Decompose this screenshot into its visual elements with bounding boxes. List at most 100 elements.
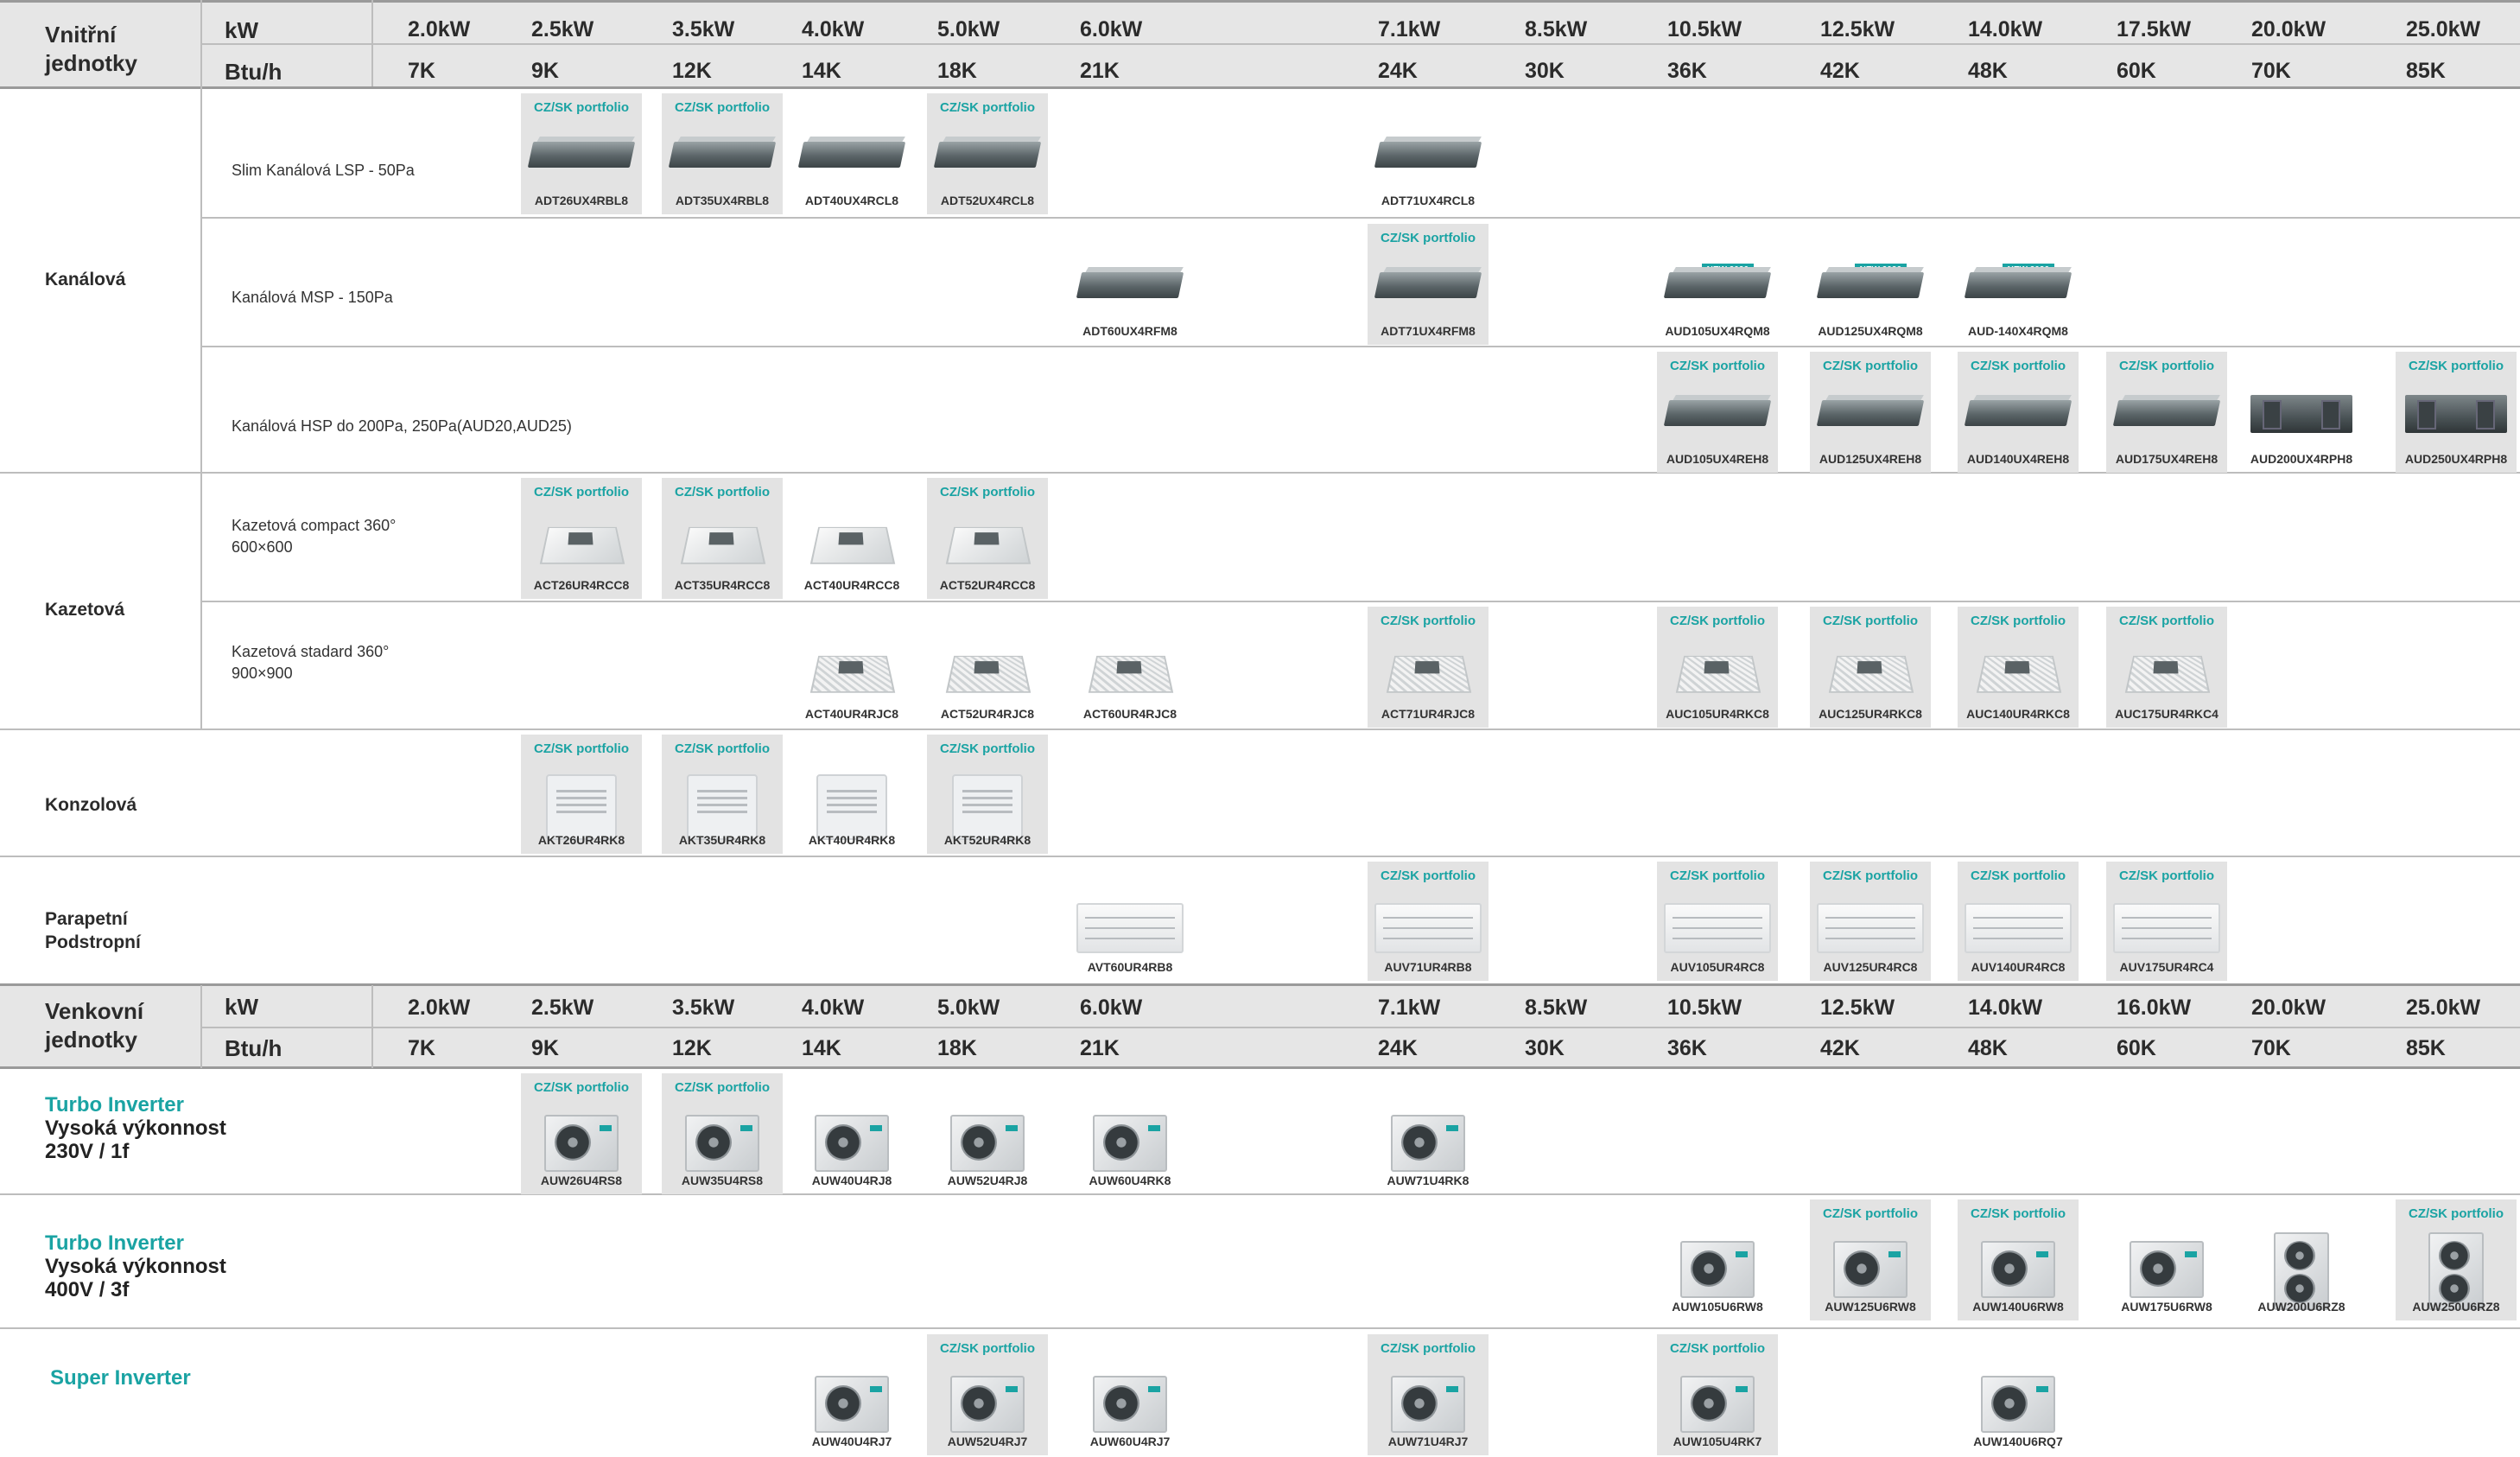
outdoor-unit-cell[interactable]: CZ/SK portfolio AUW26U4RS8 <box>521 1073 642 1194</box>
brand-label-icon <box>1148 1386 1160 1392</box>
model-code: AUD105UX4REH8 <box>1666 452 1769 466</box>
indoor-unit-cell[interactable]: CZ/SK portfolio ACT71UR4RJC8 <box>1368 607 1489 728</box>
indoor-unit-cell[interactable]: CZ/SK portfolio AUV105UR4RC8 <box>1657 862 1778 981</box>
indoor-unit-cell[interactable]: CZ/SK portfolio AUC140UR4RKC8 <box>1958 607 2079 728</box>
indoor-unit-cell[interactable]: AKT40UR4RK8 <box>791 735 912 854</box>
indoor-unit-cell[interactable]: AVT60UR4RB8 <box>1070 862 1190 981</box>
indoor-unit-cell[interactable]: CZ/SK portfolio AUV71UR4RB8 <box>1368 862 1489 981</box>
outdoor-unit-cell[interactable]: CZ/SK portfolio AUW52U4RJ7 <box>927 1334 1048 1455</box>
indoor-unit-cell[interactable]: CZ/SK portfolio AUV125UR4RC8 <box>1810 862 1931 981</box>
indoor-unit-cell[interactable]: ADT60UX4RFM8 <box>1070 224 1190 345</box>
indoor-unit-kw: kW <box>225 17 258 43</box>
outdoor-unit-cell[interactable]: AUW52U4RJ8 <box>927 1073 1048 1194</box>
outdoor-unit-cell[interactable]: CZ/SK portfolio AUW105U4RK7 <box>1657 1334 1778 1455</box>
indoor-unit-cell[interactable]: CZ/SK portfolio ADT71UX4RFM8 <box>1368 224 1489 345</box>
indoor-unit-cell[interactable]: CZ/SK portfolio AUC175UR4RKC4 <box>2106 607 2227 728</box>
indoor-kw-12: 20.0kW <box>2251 17 2326 41</box>
indoor-unit-cell[interactable]: CZ/SK portfolio AUD125UX4REH8 <box>1810 352 1931 473</box>
console-unit-icon <box>687 774 758 840</box>
outdoor-unit-cell[interactable]: AUW71U4RK8 <box>1368 1073 1489 1194</box>
indoor-unit-cell[interactable]: CZ/SK portfolio AUD175UX4REH8 <box>2106 352 2227 473</box>
outdoor-unit-cell[interactable]: AUW105U6RW8 <box>1657 1199 1778 1320</box>
indoor-unit-cell[interactable]: ADT40UX4RCL8 <box>791 93 912 214</box>
indoor-unit-cell[interactable]: CZ/SK portfolio ACT26UR4RCC8 <box>521 478 642 599</box>
duct-flange-icon <box>2417 400 2436 429</box>
model-code: AUD175UX4REH8 <box>2115 452 2218 466</box>
indoor-unit-cell[interactable]: ACT60UR4RJC8 <box>1070 607 1190 728</box>
indoor-unit-cell[interactable]: AUD200UX4RPH8 <box>2241 352 2362 473</box>
indoor-unit-cell[interactable]: CZ/SK portfolio AKT26UR4RK8 <box>521 735 642 854</box>
model-code: AUV175UR4RC4 <box>2119 960 2214 974</box>
indoor-unit-cell[interactable]: NEW 2026AUD105UX4RQM8 <box>1657 224 1778 345</box>
indoor-unit-cell[interactable]: CZ/SK portfolio AUD250UX4RPH8 <box>2396 352 2517 473</box>
outdoor-unit-cell[interactable]: CZ/SK portfolio AUW35U4RS8 <box>662 1073 783 1194</box>
fan-icon <box>695 1124 732 1161</box>
model-code: ACT60UR4RJC8 <box>1082 707 1177 721</box>
outdoor-btu-1: 9K <box>531 1036 559 1060</box>
ceiling-grille-icon <box>1673 938 1762 939</box>
indoor-unit-cell[interactable]: CZ/SK portfolio ACT52UR4RCC8 <box>927 478 1048 599</box>
outdoor-unit-cell[interactable]: AUW60U4RJ7 <box>1070 1334 1190 1455</box>
indoor-unit-cell[interactable]: CZ/SK portfolio ADT35UX4RBL8 <box>662 93 783 214</box>
outdoor-unit-cell[interactable]: AUW60U4RK8 <box>1070 1073 1190 1194</box>
indoor-unit-cell[interactable]: CZ/SK portfolio ADT26UX4RBL8 <box>521 93 642 214</box>
model-code: ACT52UR4RJC8 <box>940 707 1035 721</box>
indoor-unit-cell[interactable]: CZ/SK portfolio AKT52UR4RK8 <box>927 735 1048 854</box>
indoor-header-title: Vnitřní jednotky <box>45 22 137 76</box>
indoor-unit-cell[interactable]: ADT71UX4RCL8 <box>1368 93 1489 214</box>
brand-label-icon <box>740 1125 752 1131</box>
row-label-lsp: Slim Kanálová LSP - 50Pa <box>232 162 415 179</box>
indoor-unit-btu: Btu/h <box>225 59 282 85</box>
indoor-unit-cell[interactable]: CZ/SK portfolio AKT35UR4RK8 <box>662 735 783 854</box>
cassette-core-icon <box>838 661 864 674</box>
outdoor-unit-cell[interactable]: AUW200U6RZ8 <box>2241 1199 2362 1320</box>
indoor-unit-cell[interactable]: CZ/SK portfolio AUV175UR4RC4 <box>2106 862 2227 981</box>
model-code: AUV105UR4RC8 <box>1670 960 1765 974</box>
outdoor-unit-icon <box>1093 1376 1167 1433</box>
model-code: AUW71U4RK8 <box>1387 1174 1469 1187</box>
outdoor-unit-icon <box>815 1115 889 1172</box>
portfolio-label: CZ/SK portfolio <box>1971 614 2066 628</box>
cassette-core-icon <box>1414 661 1440 674</box>
indoor-unit-cell[interactable]: CZ/SK portfolio AUD105UX4REH8 <box>1657 352 1778 473</box>
outdoor-row-2-series: Turbo Inverter <box>45 1231 184 1255</box>
outdoor-unit-icon <box>544 1115 619 1172</box>
outdoor-unit-cell[interactable]: CZ/SK portfolio AUW250U6RZ8 <box>2396 1199 2517 1320</box>
indoor-unit-cell[interactable]: CZ/SK portfolio AUD140UX4REH8 <box>1958 352 2079 473</box>
indoor-unit-cell[interactable]: CZ/SK portfolio ADT52UX4RCL8 <box>927 93 1048 214</box>
outdoor-unit-cell[interactable]: CZ/SK portfolio AUW125U6RW8 <box>1810 1199 1931 1320</box>
indoor-unit-cell[interactable]: CZ/SK portfolio AUC105UR4RKC8 <box>1657 607 1778 728</box>
indoor-unit-cell[interactable]: ACT40UR4RCC8 <box>791 478 912 599</box>
model-code: AUC140UR4RKC8 <box>1966 707 2070 721</box>
model-code: ADT52UX4RCL8 <box>940 194 1035 207</box>
duct-body-icon <box>1816 400 1925 426</box>
ceiling-unit-icon <box>2113 903 2220 953</box>
duct-unit-icon <box>1076 265 1184 305</box>
model-code: AUD125UX4RQM8 <box>1818 324 1923 338</box>
duct-body-icon <box>668 142 777 168</box>
portfolio-label: CZ/SK portfolio <box>2119 359 2214 373</box>
console-grille-icon <box>827 790 877 792</box>
outdoor-kw-6: 7.1kW <box>1378 996 1441 1020</box>
outdoor-unit-cell[interactable]: AUW40U4RJ8 <box>791 1073 912 1194</box>
indoor-unit-cell[interactable]: CZ/SK portfolio ACT35UR4RCC8 <box>662 478 783 599</box>
indoor-unit-cell[interactable]: NEW 2026AUD125UX4RQM8 <box>1810 224 1931 345</box>
indoor-unit-cell[interactable]: ACT40UR4RJC8 <box>791 607 912 728</box>
indoor-unit-cell[interactable]: ACT52UR4RJC8 <box>927 607 1048 728</box>
indoor-unit-cell[interactable]: CZ/SK portfolio AUC125UR4RKC8 <box>1810 607 1931 728</box>
outdoor-unit-cell[interactable]: AUW140U6RQ7 <box>1958 1334 2079 1455</box>
indoor-unit-cell[interactable]: CZ/SK portfolio AUV140UR4RC8 <box>1958 862 2079 981</box>
portfolio-label: CZ/SK portfolio <box>1823 1206 1918 1221</box>
outdoor-unit-cell[interactable]: CZ/SK portfolio AUW140U6RW8 <box>1958 1199 2079 1320</box>
fan-icon <box>555 1124 591 1161</box>
outdoor-unit-cell[interactable]: AUW175U6RW8 <box>2106 1199 2227 1320</box>
outdoor-unit-cell[interactable]: CZ/SK portfolio AUW71U4RJ7 <box>1368 1334 1489 1455</box>
outdoor-unit-cell[interactable]: AUW40U4RJ7 <box>791 1334 912 1455</box>
model-code: AUW71U4RJ7 <box>1387 1435 1469 1448</box>
outdoor-btu-7: 30K <box>1525 1036 1565 1060</box>
outdoor-kw-8: 10.5kW <box>1667 996 1742 1020</box>
model-code: AUW175U6RW8 <box>2121 1300 2212 1314</box>
portfolio-label: CZ/SK portfolio <box>1670 868 1765 883</box>
cassette-unit-icon <box>1670 643 1765 700</box>
indoor-unit-cell[interactable]: NEW 2026AUD-140X4RQM8 <box>1958 224 2079 345</box>
